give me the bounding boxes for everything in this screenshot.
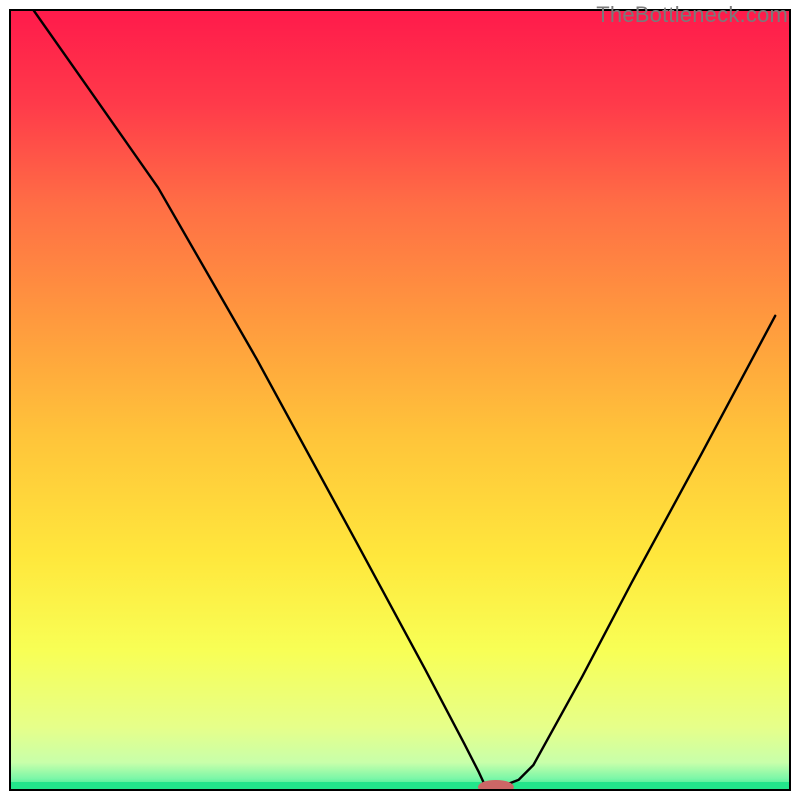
minimum-marker (478, 780, 514, 794)
chart-container: TheBottleneck.com (0, 0, 800, 800)
watermark-text: TheBottleneck.com (596, 2, 788, 28)
green-bottom-band (10, 782, 790, 790)
gradient-background (10, 10, 790, 790)
bottleneck-chart (0, 0, 800, 800)
